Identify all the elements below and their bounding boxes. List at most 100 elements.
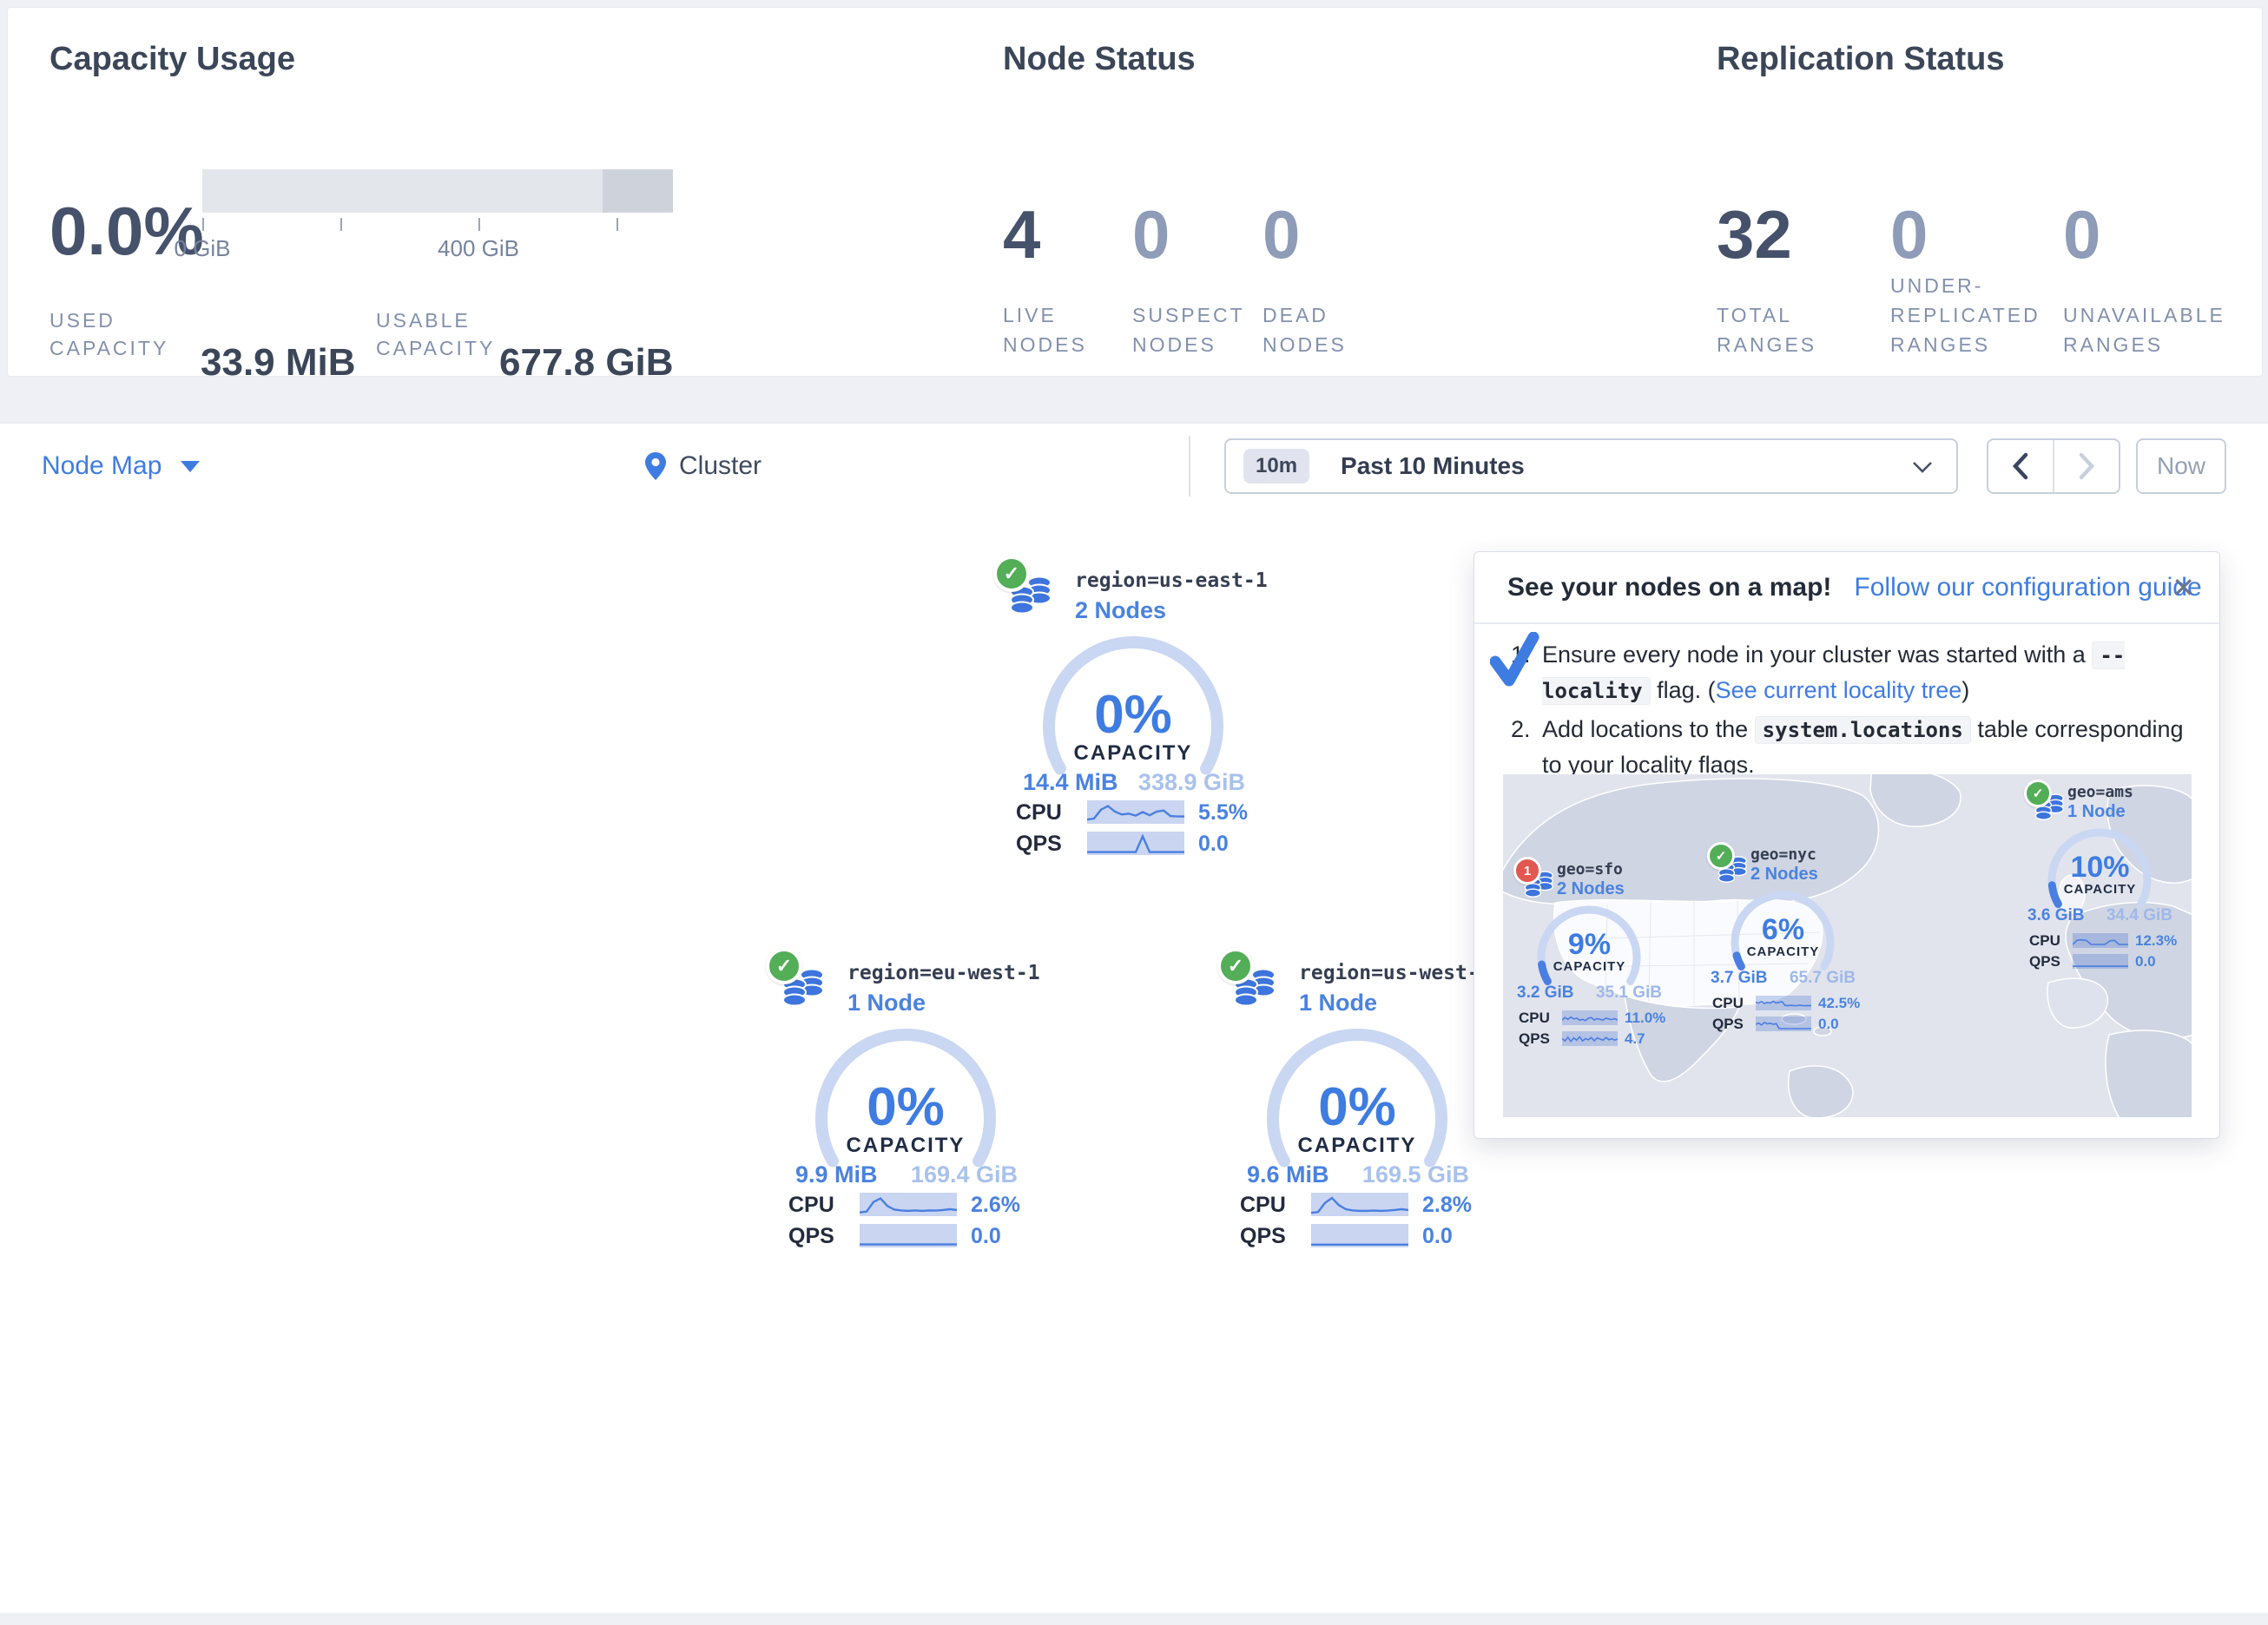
cpu-label: CPU <box>788 1193 834 1218</box>
qps-metric-row: QPS 0.0 <box>1214 1224 1500 1248</box>
healthy-check-icon: ✓ <box>1707 842 1735 870</box>
locality-card-geo-nyc[interactable]: ✓ geo=nyc 2 Nodes 6% CAPACITY 3.7 GiB 65… <box>1707 842 1859 1036</box>
qps-sparkline <box>1087 832 1184 855</box>
breadcrumb[interactable]: Cluster <box>644 424 761 509</box>
axis-tick-label: 0 GiB <box>174 235 230 262</box>
cluster-summary-bar: Capacity Usage 0.0% 0 GiB 400 GiB USED C… <box>7 7 2263 377</box>
capacity-usage-bar-tail <box>603 169 673 213</box>
usable-capacity-value: 677.8 GiB <box>499 341 674 385</box>
capacity-gauge-caption: CAPACITY <box>1513 959 1665 974</box>
capacity-gauge-caption: CAPACITY <box>2024 882 2176 897</box>
used-capacity-value: 33.9 MiB <box>201 341 356 385</box>
cpu-sparkline <box>1756 996 1811 1010</box>
warning-badge-icon: 1 <box>1513 857 1541 885</box>
node-map-config-popup: See your nodes on a map! Follow our conf… <box>1474 551 2220 1139</box>
cpu-value: 42.5% <box>1818 995 1860 1012</box>
qps-value: 0.0 <box>1422 1224 1453 1249</box>
axis-tick <box>340 218 342 231</box>
axis-tick <box>616 218 618 231</box>
locality-card-us-east-1[interactable]: ✓ region=us-east-1 2 Nodes 0% CAPACITY 1… <box>990 556 1276 861</box>
capacity-gauge-caption: CAPACITY <box>990 741 1276 766</box>
locality-name: region=us-west-1 <box>1299 962 1492 984</box>
locality-card-eu-west-1[interactable]: ✓ region=eu-west-1 1 Node 0% CAPACITY 9.… <box>762 948 1049 1253</box>
locality-nodes-link[interactable]: 2 Nodes <box>1557 879 1625 899</box>
locality-card-us-west-1[interactable]: ✓ region=us-west-1 1 Node 0% CAPACITY 9.… <box>1214 948 1500 1253</box>
cpu-label: CPU <box>1016 800 1062 826</box>
total-ranges-value: 32 <box>1717 201 1873 268</box>
qps-value: 0.0 <box>1198 832 1229 857</box>
under-replicated-ranges-value: 0 <box>1890 201 2055 268</box>
qps-label: QPS <box>1240 1224 1286 1249</box>
capacity-total-value: 169.5 GiB <box>1362 1161 1469 1188</box>
step-1: 1. Ensure every node in your cluster was… <box>1511 637 2188 708</box>
cpu-sparkline <box>2073 933 2128 948</box>
chevron-left-icon <box>2012 452 2029 480</box>
unavailable-ranges-value: 0 <box>2063 201 2237 268</box>
suspect-nodes-label: SUSPECT NODES <box>1132 300 1245 359</box>
qps-label: QPS <box>1016 832 1062 857</box>
locality-nodes-link[interactable]: 1 Node <box>2067 802 2126 822</box>
locality-nodes-link[interactable]: 1 Node <box>847 990 926 1016</box>
replication-status-title: Replication Status <box>1717 41 2005 78</box>
cpu-value: 5.5% <box>1198 800 1248 826</box>
capacity-total-value: 169.4 GiB <box>911 1161 1018 1188</box>
chevron-right-icon <box>2078 452 2095 480</box>
breadcrumb-label: Cluster <box>679 451 761 481</box>
capacity-gauge-percent: 10% <box>2024 851 2176 885</box>
qps-value: 0.0 <box>2135 953 2156 970</box>
view-selector-dropdown[interactable]: Node Map <box>42 424 200 509</box>
locality-nodes-link[interactable]: 1 Node <box>1299 990 1377 1016</box>
time-range-badge: 10m <box>1243 449 1309 484</box>
locality-name: region=eu-west-1 <box>847 962 1040 984</box>
cpu-label: CPU <box>2029 932 2060 950</box>
footer-strip <box>0 1613 2268 1625</box>
under-replicated-ranges-stat: 0 UNDER- REPLICATED RANGES <box>1890 201 2055 359</box>
time-range-dropdown[interactable]: 10m Past 10 Minutes <box>1224 438 1958 494</box>
capacity-gauge-percent: 9% <box>1513 928 1665 962</box>
axis-tick <box>202 218 204 231</box>
configuration-guide-link[interactable]: Follow our configuration guide <box>1854 573 2201 602</box>
locality-card-geo-ams[interactable]: ✓ geo=ams 1 Node 10% CAPACITY 3.6 GiB 34… <box>2024 780 2176 974</box>
qps-metric-row: QPS 0.0 <box>2024 953 2176 977</box>
axis-tick <box>478 218 480 231</box>
capacity-total-value: 65.7 GiB <box>1790 969 1856 988</box>
used-capacity-label: USED CAPACITY <box>49 306 168 362</box>
cpu-label: CPU <box>1712 995 1744 1012</box>
healthy-check-icon: ✓ <box>766 948 802 984</box>
qps-value: 0.0 <box>1818 1016 1839 1033</box>
capacity-gauge-percent: 0% <box>990 684 1276 746</box>
step-text: Add locations to the system.locations ta… <box>1542 712 2188 782</box>
now-button[interactable]: Now <box>2136 438 2226 494</box>
time-step-back-button[interactable] <box>1988 440 2054 492</box>
capacity-total-value: 338.9 GiB <box>1138 769 1245 796</box>
cpu-value: 2.6% <box>971 1193 1020 1218</box>
popup-steps: 1. Ensure every node in your cluster was… <box>1511 637 2188 786</box>
cpu-metric-row: CPU 2.6% <box>762 1193 1049 1217</box>
qps-sparkline <box>1311 1224 1408 1247</box>
qps-label: QPS <box>1519 1030 1550 1048</box>
cpu-sparkline <box>1562 1010 1618 1025</box>
cpu-label: CPU <box>1240 1193 1286 1218</box>
total-ranges-stat: 32 TOTAL RANGES <box>1717 201 1873 359</box>
popup-header: See your nodes on a map! Follow our conf… <box>1474 552 2219 624</box>
qps-label: QPS <box>1712 1016 1744 1033</box>
capacity-used-value: 3.6 GiB <box>2027 906 2084 925</box>
time-step-forward-button[interactable] <box>2054 440 2119 492</box>
qps-metric-row: QPS 0.0 <box>990 832 1276 856</box>
locality-nodes-link[interactable]: 2 Nodes <box>1750 865 1818 885</box>
locality-card-geo-sfo[interactable]: 1 geo=sfo 2 Nodes 9% CAPACITY 3.2 GiB 35… <box>1513 857 1665 1051</box>
under-replicated-ranges-label: UNDER- REPLICATED RANGES <box>1890 271 2041 359</box>
locality-tree-link[interactable]: See current locality tree <box>1716 677 1962 703</box>
capacity-total-value: 35.1 GiB <box>1596 984 1662 1003</box>
chevron-down-icon <box>1911 459 1934 475</box>
toolbar-divider <box>1189 436 1190 497</box>
unavailable-ranges-label: UNAVAILABLE RANGES <box>2063 300 2225 359</box>
capacity-total-value: 34.4 GiB <box>2106 906 2172 925</box>
cpu-metric-row: CPU 5.5% <box>990 800 1276 825</box>
capacity-used-value: 3.2 GiB <box>1517 984 1573 1003</box>
close-icon[interactable]: ✕ <box>2172 571 2195 604</box>
locality-name: geo=sfo <box>1557 860 1623 878</box>
healthy-check-icon: ✓ <box>1217 948 1254 984</box>
locality-nodes-link[interactable]: 2 Nodes <box>1075 597 1166 624</box>
locality-name: region=us-east-1 <box>1075 569 1268 592</box>
